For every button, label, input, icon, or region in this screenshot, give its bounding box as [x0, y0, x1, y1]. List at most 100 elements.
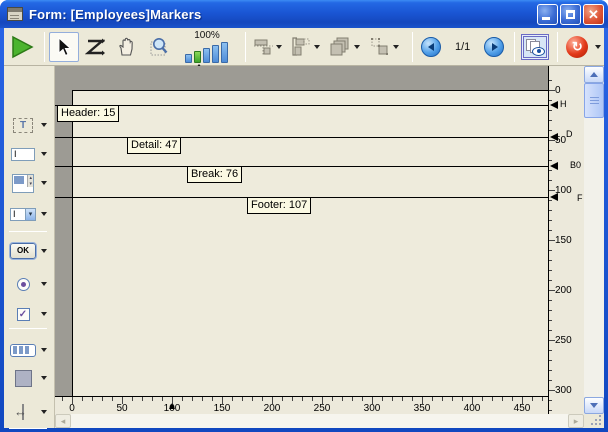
marker-line[interactable] [55, 105, 548, 106]
sync-icon: ↻ [566, 36, 588, 58]
checkbox-tool-dropdown-arrow-icon[interactable] [41, 312, 47, 316]
distribute-tool-button[interactable] [286, 31, 324, 63]
layers-icon [329, 37, 351, 57]
vertical-scrollbar-thumb[interactable] [584, 83, 604, 118]
segmented-button-tool[interactable] [8, 337, 52, 363]
combobox-tool-icon: I [10, 208, 36, 221]
horizontal-ruler-tick [532, 397, 533, 401]
zoom-bar-100[interactable] [194, 51, 201, 63]
ruler-marker-triangle-icon[interactable] [550, 162, 558, 170]
preview-icon [523, 36, 547, 58]
arrow-pointer-icon [55, 37, 73, 57]
ruler-marker-letter: D [566, 130, 573, 139]
button-tool[interactable]: OK [8, 238, 52, 264]
minimize-button[interactable] [537, 4, 558, 25]
align-dropdown-arrow-icon[interactable] [276, 45, 282, 49]
select-tool-button[interactable] [49, 32, 79, 62]
splitter-tool-dropdown-arrow-icon[interactable] [41, 410, 47, 414]
marker-label[interactable]: Footer: 107 [247, 197, 311, 214]
marker-line[interactable] [55, 166, 548, 167]
eye-icon [532, 47, 545, 56]
horizontal-ruler-tick [302, 397, 303, 401]
horizontal-ruler-tick [132, 397, 133, 401]
ruler-marker-triangle-icon[interactable] [550, 193, 558, 201]
vertical-ruler-tick [549, 160, 552, 161]
segmented-button-tool-dropdown-arrow-icon[interactable] [41, 348, 47, 352]
tool-palette: T I I OK [4, 66, 55, 428]
titlebar[interactable]: Form: [Employees]Markers ✕ [0, 0, 608, 28]
zoom-bar-800[interactable] [221, 42, 228, 63]
combobox-tool-dropdown-arrow-icon[interactable] [41, 212, 47, 216]
input-tool-dropdown-arrow-icon[interactable] [41, 152, 47, 156]
zoom-bars-icon[interactable] [185, 41, 230, 63]
radio-tool-dropdown-arrow-icon[interactable] [41, 282, 47, 286]
sync-dropdown-arrow-icon[interactable] [595, 45, 601, 49]
listbox-tool[interactable] [8, 170, 52, 196]
zoom-bar-400[interactable] [212, 45, 219, 63]
palette-separator [9, 428, 47, 429]
rectangle-tool-icon [15, 370, 32, 387]
text-tool-dropdown-arrow-icon[interactable] [41, 123, 47, 127]
marker-label[interactable]: Detail: 47 [127, 137, 181, 154]
zoom-bar-200[interactable] [203, 48, 210, 63]
vertical-ruler-label: 0 [555, 86, 561, 96]
resize-grip[interactable] [584, 414, 604, 428]
vertical-ruler-tick [549, 410, 552, 411]
marker-label[interactable]: Header: 15 [57, 105, 119, 122]
scroll-down-button[interactable] [584, 397, 604, 414]
scroll-right-button[interactable]: ▸ [568, 414, 584, 428]
checkbox-tool[interactable]: ✓ [8, 301, 52, 327]
horizontal-ruler-tick [412, 397, 413, 401]
zoom-tool-button[interactable] [143, 31, 175, 63]
scroll-left-button[interactable]: ◂ [55, 414, 71, 428]
input-tool[interactable]: I [8, 141, 52, 167]
vertical-ruler-tick [549, 220, 552, 221]
close-icon: ✕ [588, 8, 599, 21]
preview-button[interactable] [521, 34, 549, 60]
rectangle-tool[interactable] [8, 365, 52, 391]
horizontal-ruler-tick [492, 397, 493, 401]
vertical-ruler-tick [549, 380, 552, 381]
distribute-icon [291, 37, 311, 56]
combobox-tool[interactable]: I [8, 201, 52, 227]
next-page-button[interactable] [480, 31, 508, 63]
rectangle-tool-dropdown-arrow-icon[interactable] [41, 376, 47, 380]
scroll-up-button[interactable] [584, 66, 604, 83]
marker-label[interactable]: Break: 76 [187, 166, 242, 183]
close-button[interactable]: ✕ [583, 4, 604, 25]
horizontal-ruler-tick [542, 397, 543, 401]
sync-button[interactable]: ↻ [562, 31, 592, 63]
layers-dropdown-arrow-icon[interactable] [354, 45, 360, 49]
vertical-scrollbar[interactable] [584, 66, 604, 414]
palette-separator [9, 328, 47, 329]
horizontal-ruler-tick [512, 397, 513, 401]
listbox-tool-dropdown-arrow-icon[interactable] [41, 181, 47, 185]
vertical-ruler-tick [549, 260, 552, 261]
zoom-level-widget[interactable]: 100% [179, 30, 235, 63]
form-page[interactable] [72, 90, 548, 396]
horizontal-ruler-tick [92, 397, 93, 401]
form-canvas[interactable]: Header: 15 Detail: 47 Break: 76 Footer: 107 [55, 66, 548, 396]
horizontal-scrollbar[interactable]: ◂ ▸ [55, 414, 584, 428]
layers-tool-button[interactable] [324, 31, 364, 63]
move-tool-button[interactable] [111, 31, 143, 63]
ruler-marker-triangle-icon[interactable] [550, 133, 558, 141]
text-tool[interactable]: T [8, 112, 52, 138]
zoom-bar-50[interactable] [185, 54, 192, 63]
entry-order-tool-button[interactable] [79, 31, 111, 63]
resize-tool-button[interactable] [364, 31, 404, 63]
vertical-ruler: 050100150200250300HDB0F [548, 66, 584, 414]
align-tool-button[interactable] [250, 31, 286, 63]
maximize-button[interactable] [560, 4, 581, 25]
previous-page-button[interactable] [417, 31, 445, 63]
horizontal-ruler-tick [382, 397, 383, 401]
radio-tool[interactable] [8, 271, 52, 297]
run-form-button[interactable] [4, 31, 40, 63]
resize-dropdown-arrow-icon[interactable] [393, 45, 399, 49]
splitter-tool[interactable] [8, 399, 52, 425]
horizontal-ruler-label: 450 [514, 404, 531, 414]
ruler-marker-triangle-icon[interactable] [550, 101, 558, 109]
horizontal-ruler-tick [112, 397, 113, 401]
distribute-dropdown-arrow-icon[interactable] [314, 45, 320, 49]
button-tool-dropdown-arrow-icon[interactable] [41, 249, 47, 253]
